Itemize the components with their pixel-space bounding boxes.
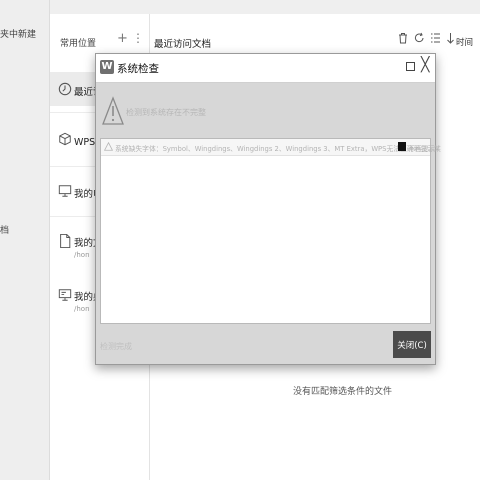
dont-show-again-label[interactable]: 不再提示 (408, 143, 435, 153)
close-icon[interactable]: ╳ (421, 57, 429, 73)
refresh-icon[interactable] (414, 32, 425, 44)
dont-show-again-checkbox[interactable] (398, 142, 406, 151)
more-vertical-icon[interactable]: ⋮ (132, 31, 144, 45)
system-check-dialog: W 系统检查 ╳ 检测到系统存在不完整 系统缺失字体：Symbol、Wingdi… (95, 53, 441, 365)
dialog-title: 系统检查 (117, 63, 159, 75)
cube-icon (59, 132, 71, 146)
plus-icon[interactable]: + (117, 31, 128, 46)
document-icon (60, 233, 71, 249)
left-strip: 夹中新建 档 (0, 0, 50, 480)
main-title: 最近访问文档 (154, 39, 212, 50)
location-path: /hon (74, 251, 90, 259)
empty-message: 没有匹配筛选条件的文件 (293, 387, 393, 397)
sort-icon[interactable] (446, 32, 455, 44)
dialog-status: 检测完成 (100, 342, 132, 351)
location-path: /hon (74, 305, 90, 313)
clock-icon (58, 82, 72, 96)
monitor-icon (58, 185, 72, 197)
desktop-icon (58, 289, 72, 301)
wps-logo-icon: W (100, 60, 114, 74)
locations-header: 常用位置 (60, 39, 97, 49)
list-view-icon[interactable] (430, 32, 441, 44)
issues-list[interactable]: 系统缺失字体：Symbol、Wingdings、Wingdings 2、Wing… (100, 138, 441, 324)
close-button[interactable]: 关闭(C) (393, 331, 431, 358)
warning-icon (102, 96, 124, 125)
maximize-icon[interactable] (406, 62, 415, 71)
new-in-folder-label[interactable]: 夹中新建 (0, 27, 36, 40)
left-edge-label: 档 (0, 226, 10, 236)
list-item[interactable]: 系统缺失字体：Symbol、Wingdings、Wingdings 2、Wing… (101, 139, 441, 156)
dialog-titlebar[interactable]: W 系统检查 ╳ (96, 54, 435, 83)
sort-label[interactable]: 时间 (456, 36, 473, 48)
dialog-summary: 检测到系统存在不完整 (126, 108, 206, 117)
trash-icon[interactable] (398, 32, 408, 44)
warning-icon (104, 142, 113, 151)
issue-text: 系统缺失字体：Symbol、Wingdings、Wingdings 2、Wing… (115, 145, 441, 153)
